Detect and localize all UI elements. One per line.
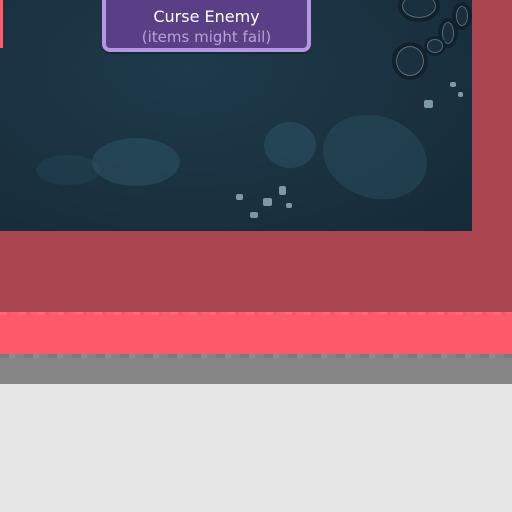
curse-enemy-label: Curse Enemy <box>153 7 260 26</box>
floor-puddle <box>36 155 100 185</box>
floor-puddle <box>311 101 439 213</box>
game-viewport[interactable]: Curse Enemy (items might fail) <box>0 0 472 231</box>
rubble-icon <box>424 100 433 108</box>
chain-icon <box>398 0 440 22</box>
rubble-icon <box>263 198 272 206</box>
floor-puddle <box>92 138 180 186</box>
chain-icon <box>392 42 428 80</box>
rubble-icon <box>450 82 456 87</box>
rubble-icon <box>236 194 243 200</box>
rubble-icon <box>286 203 292 208</box>
floor-area <box>0 384 512 512</box>
frame-shadow <box>0 354 512 384</box>
curse-enemy-button[interactable]: Curse Enemy (items might fail) <box>102 0 311 52</box>
rubble-icon <box>279 186 286 195</box>
game-screen: Curse Enemy (items might fail) <box>0 0 512 512</box>
frame-trim <box>0 312 512 354</box>
rubble-icon <box>250 212 258 218</box>
curse-enemy-note: (items might fail) <box>141 28 272 46</box>
floor-puddle <box>264 122 316 168</box>
chain-icon <box>424 36 446 56</box>
rubble-icon <box>458 92 463 97</box>
edge-marker <box>0 0 3 48</box>
